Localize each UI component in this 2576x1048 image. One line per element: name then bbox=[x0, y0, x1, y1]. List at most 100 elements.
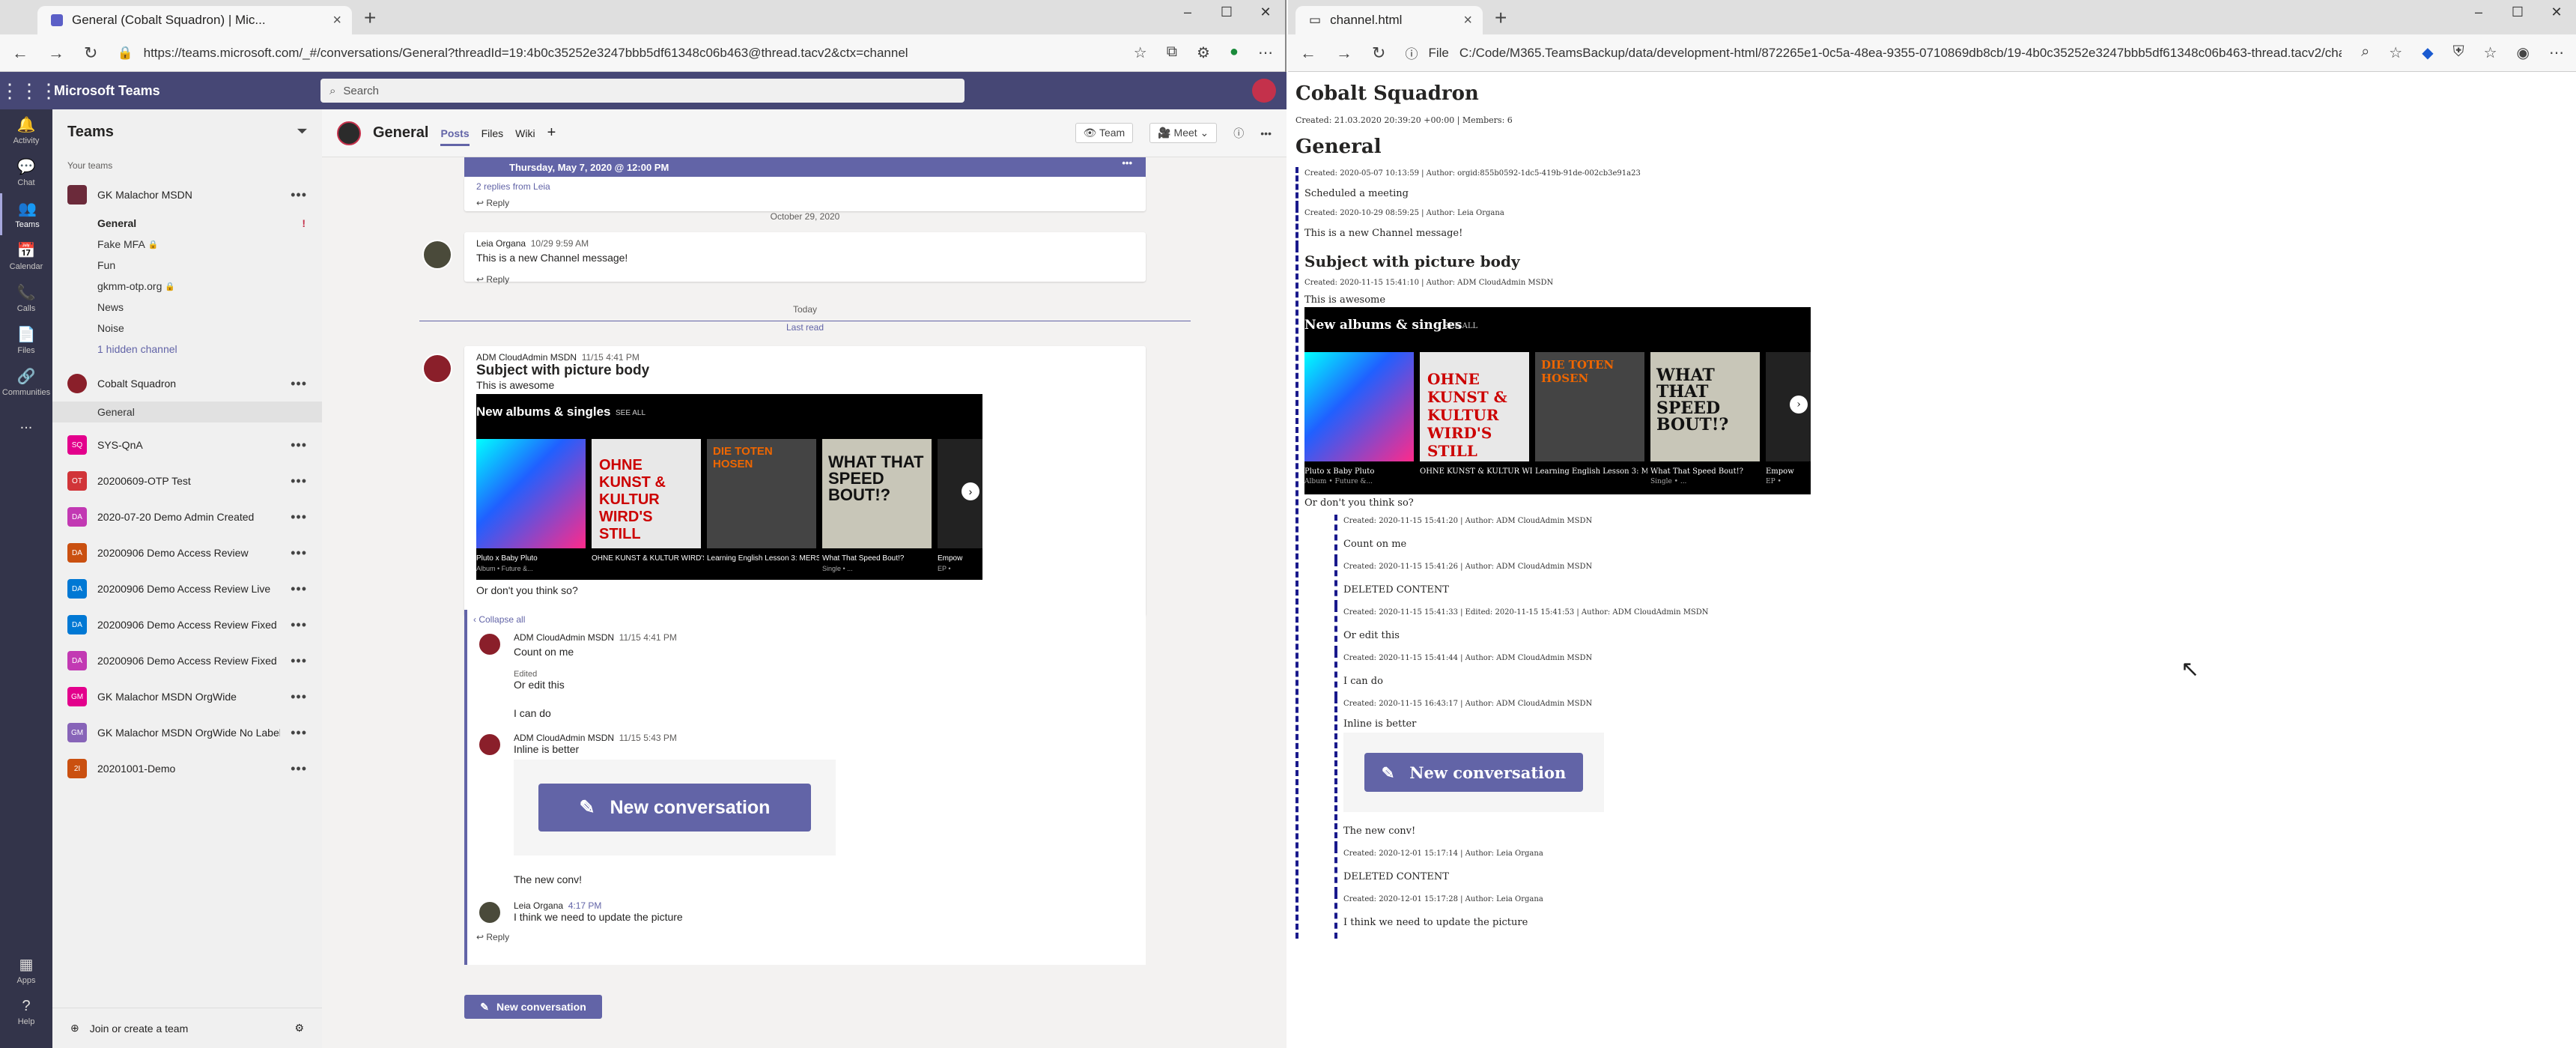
forward-icon[interactable]: → bbox=[1336, 43, 1352, 63]
filter-icon[interactable]: ⏷ bbox=[297, 125, 307, 139]
more-options-icon[interactable]: ••• bbox=[291, 509, 307, 525]
team-row[interactable]: Cobalt Squadron ••• bbox=[52, 366, 322, 402]
back-icon[interactable]: ← bbox=[1300, 43, 1316, 63]
more-options-icon[interactable]: ••• bbox=[291, 581, 307, 597]
rail-files[interactable]: 📄 Files bbox=[0, 319, 52, 361]
close-tab-icon[interactable]: × bbox=[332, 12, 341, 29]
team-row[interactable]: DA 2020-07-20 Demo Admin Created ••• bbox=[52, 499, 322, 535]
team-row[interactable]: DA 20200906 Demo Access Review Live ••• bbox=[52, 571, 322, 607]
team-row[interactable]: GM GK Malachor MSDN OrgWide No Label ••• bbox=[52, 715, 322, 751]
url-field[interactable]: ⓘ File C:/Code/M365.TeamsBackup/data/dev… bbox=[1405, 40, 2342, 67]
team-row[interactable]: GK Malachor MSDN ••• bbox=[52, 177, 322, 213]
team-button[interactable]: 👁 Team bbox=[1075, 123, 1134, 143]
add-tab-button[interactable]: + bbox=[547, 124, 556, 142]
rail-more[interactable]: ... bbox=[0, 403, 52, 445]
team-row[interactable]: DA 20200906 Demo Access Review Fixed ... •… bbox=[52, 643, 322, 679]
favorite-icon[interactable]: ☆ bbox=[1134, 43, 1147, 62]
hidden-channels-link[interactable]: 1 hidden channel bbox=[52, 339, 322, 360]
url-field[interactable]: 🔒 https://teams.microsoft.com/_#/convers… bbox=[117, 40, 1114, 67]
rail-teams[interactable]: 👥 Teams bbox=[0, 193, 52, 235]
new-tab-icon[interactable]: + bbox=[364, 6, 376, 30]
maximize-icon[interactable]: ☐ bbox=[1207, 0, 1246, 24]
maximize-icon[interactable]: ☐ bbox=[2498, 0, 2537, 24]
close-tab-icon[interactable]: × bbox=[1463, 12, 1472, 29]
left-titlebar: General (Cobalt Squadron) | Mic... × + –… bbox=[0, 0, 1285, 34]
more-options-icon[interactable]: ••• bbox=[291, 473, 307, 489]
tab-posts[interactable]: Posts bbox=[440, 127, 470, 146]
rail-communities[interactable]: 🔗 Communities bbox=[0, 361, 52, 403]
more-options-icon[interactable]: ••• bbox=[291, 761, 307, 777]
minimize-icon[interactable]: – bbox=[1168, 0, 1207, 24]
browser-menu-icon[interactable]: ⋯ bbox=[2549, 43, 2564, 62]
browser-tab-channel[interactable]: ▭ channel.html × bbox=[1295, 6, 1483, 34]
rail-chat[interactable]: 💬 Chat bbox=[0, 151, 52, 193]
meet-button[interactable]: 🎥 Meet ⌄ bbox=[1149, 123, 1218, 143]
extension-icon[interactable]: ⚙ bbox=[1197, 43, 1210, 62]
new-conversation-button[interactable]: ✎ New conversation bbox=[464, 995, 602, 1019]
more-options-icon[interactable]: ••• bbox=[291, 689, 307, 705]
more-options-icon[interactable]: ••• bbox=[291, 617, 307, 633]
collections-icon[interactable]: ☆ bbox=[2484, 43, 2497, 62]
channel-item[interactable]: Fun bbox=[52, 255, 322, 276]
user-avatar[interactable] bbox=[1252, 79, 1276, 103]
extension-icon[interactable]: ◆ bbox=[2422, 43, 2433, 62]
team-row[interactable]: 2I 20201001-Demo ••• bbox=[52, 751, 322, 787]
more-icon[interactable]: ••• bbox=[1122, 157, 1132, 169]
rail-activity[interactable]: 🔔 Activity bbox=[0, 109, 52, 151]
browser-menu-icon[interactable]: ⋯ bbox=[1258, 43, 1273, 62]
channel-item-selected[interactable]: General bbox=[52, 402, 322, 422]
channel-item[interactable]: News bbox=[52, 297, 322, 318]
meeting-card-bar[interactable]: Thursday, May 7, 2020 @ 12:00 PM ••• bbox=[464, 157, 1146, 177]
rail-calls[interactable]: 📞 Calls bbox=[0, 277, 52, 319]
profile-icon[interactable]: ◉ bbox=[2517, 43, 2530, 62]
profile-icon[interactable]: ● bbox=[1230, 43, 1239, 62]
team-row[interactable]: OT 20200609-OTP Test ••• bbox=[52, 463, 322, 499]
reply-button[interactable]: ↩ Reply bbox=[476, 274, 1134, 285]
rail-help[interactable]: ? Help bbox=[0, 991, 52, 1033]
channel-item[interactable]: gkmm-otp.org 🔒 bbox=[52, 276, 322, 297]
reply-button[interactable]: ↩ Reply bbox=[476, 932, 1146, 942]
more-options-icon[interactable]: ••• bbox=[291, 376, 307, 392]
close-window-icon[interactable]: ✕ bbox=[1246, 0, 1285, 24]
more-options-icon[interactable]: ••• bbox=[291, 187, 307, 203]
favorite-icon[interactable]: ☆ bbox=[2389, 43, 2402, 62]
shield-icon[interactable]: ⛨ bbox=[2453, 43, 2464, 62]
settings-icon[interactable]: ⚙ bbox=[294, 1022, 304, 1035]
collapse-all-link[interactable]: ‹ Collapse all bbox=[467, 614, 1146, 625]
replies-link[interactable]: 2 replies from Leia bbox=[476, 181, 1134, 192]
new-tab-icon[interactable]: + bbox=[1495, 6, 1507, 30]
tab-wiki[interactable]: Wiki bbox=[515, 127, 535, 139]
calendar-icon: 📅 bbox=[16, 243, 36, 259]
rail-apps[interactable]: ▦ Apps bbox=[0, 949, 52, 991]
team-row[interactable]: DA 20200906 Demo Access Review Fixed ••• bbox=[52, 607, 322, 643]
tab-files[interactable]: Files bbox=[482, 127, 504, 139]
collections-icon[interactable]: ⧉ bbox=[1167, 43, 1177, 62]
team-row[interactable]: GM GK Malachor MSDN OrgWide ••• bbox=[52, 679, 322, 715]
more-options-icon[interactable]: ••• bbox=[291, 653, 307, 669]
album-sub: Single • ... bbox=[822, 565, 853, 572]
info-icon[interactable]: ⓘ bbox=[1233, 126, 1244, 141]
more-icon[interactable]: ••• bbox=[1260, 127, 1272, 139]
browser-tab-teams[interactable]: General (Cobalt Squadron) | Mic... × bbox=[37, 6, 352, 34]
team-row[interactable]: SQ SYS-QnA ••• bbox=[52, 427, 322, 463]
close-window-icon[interactable]: ✕ bbox=[2537, 0, 2576, 24]
reply-button[interactable]: ↩ Reply bbox=[476, 198, 1134, 208]
refresh-icon[interactable]: ↻ bbox=[1372, 43, 1385, 63]
app-launcher-icon[interactable]: ⋮⋮⋮ bbox=[0, 79, 58, 103]
forward-icon[interactable]: → bbox=[48, 43, 64, 63]
more-options-icon[interactable]: ••• bbox=[291, 545, 307, 561]
search-input[interactable]: ⌕ Search bbox=[321, 79, 965, 103]
channel-item[interactable]: General! bbox=[52, 213, 322, 234]
back-icon[interactable]: ← bbox=[12, 43, 28, 63]
join-create-team[interactable]: ⊕ Join or create a team ⚙ bbox=[52, 1008, 322, 1048]
channel-item[interactable]: Noise bbox=[52, 318, 322, 339]
refresh-icon[interactable]: ↻ bbox=[84, 43, 97, 63]
zoom-icon[interactable]: ⌕ bbox=[2361, 43, 2369, 62]
more-options-icon[interactable]: ••• bbox=[291, 725, 307, 741]
minimize-icon[interactable]: – bbox=[2459, 0, 2498, 24]
team-row[interactable]: DA 20200906 Demo Access Review ••• bbox=[52, 535, 322, 571]
more-options-icon[interactable]: ••• bbox=[291, 437, 307, 453]
reply-item: Leia Organa 4:17 PM I think we need to u… bbox=[467, 900, 1146, 924]
channel-item[interactable]: Fake MFA 🔒 bbox=[52, 234, 322, 255]
rail-calendar[interactable]: 📅 Calendar bbox=[0, 235, 52, 277]
